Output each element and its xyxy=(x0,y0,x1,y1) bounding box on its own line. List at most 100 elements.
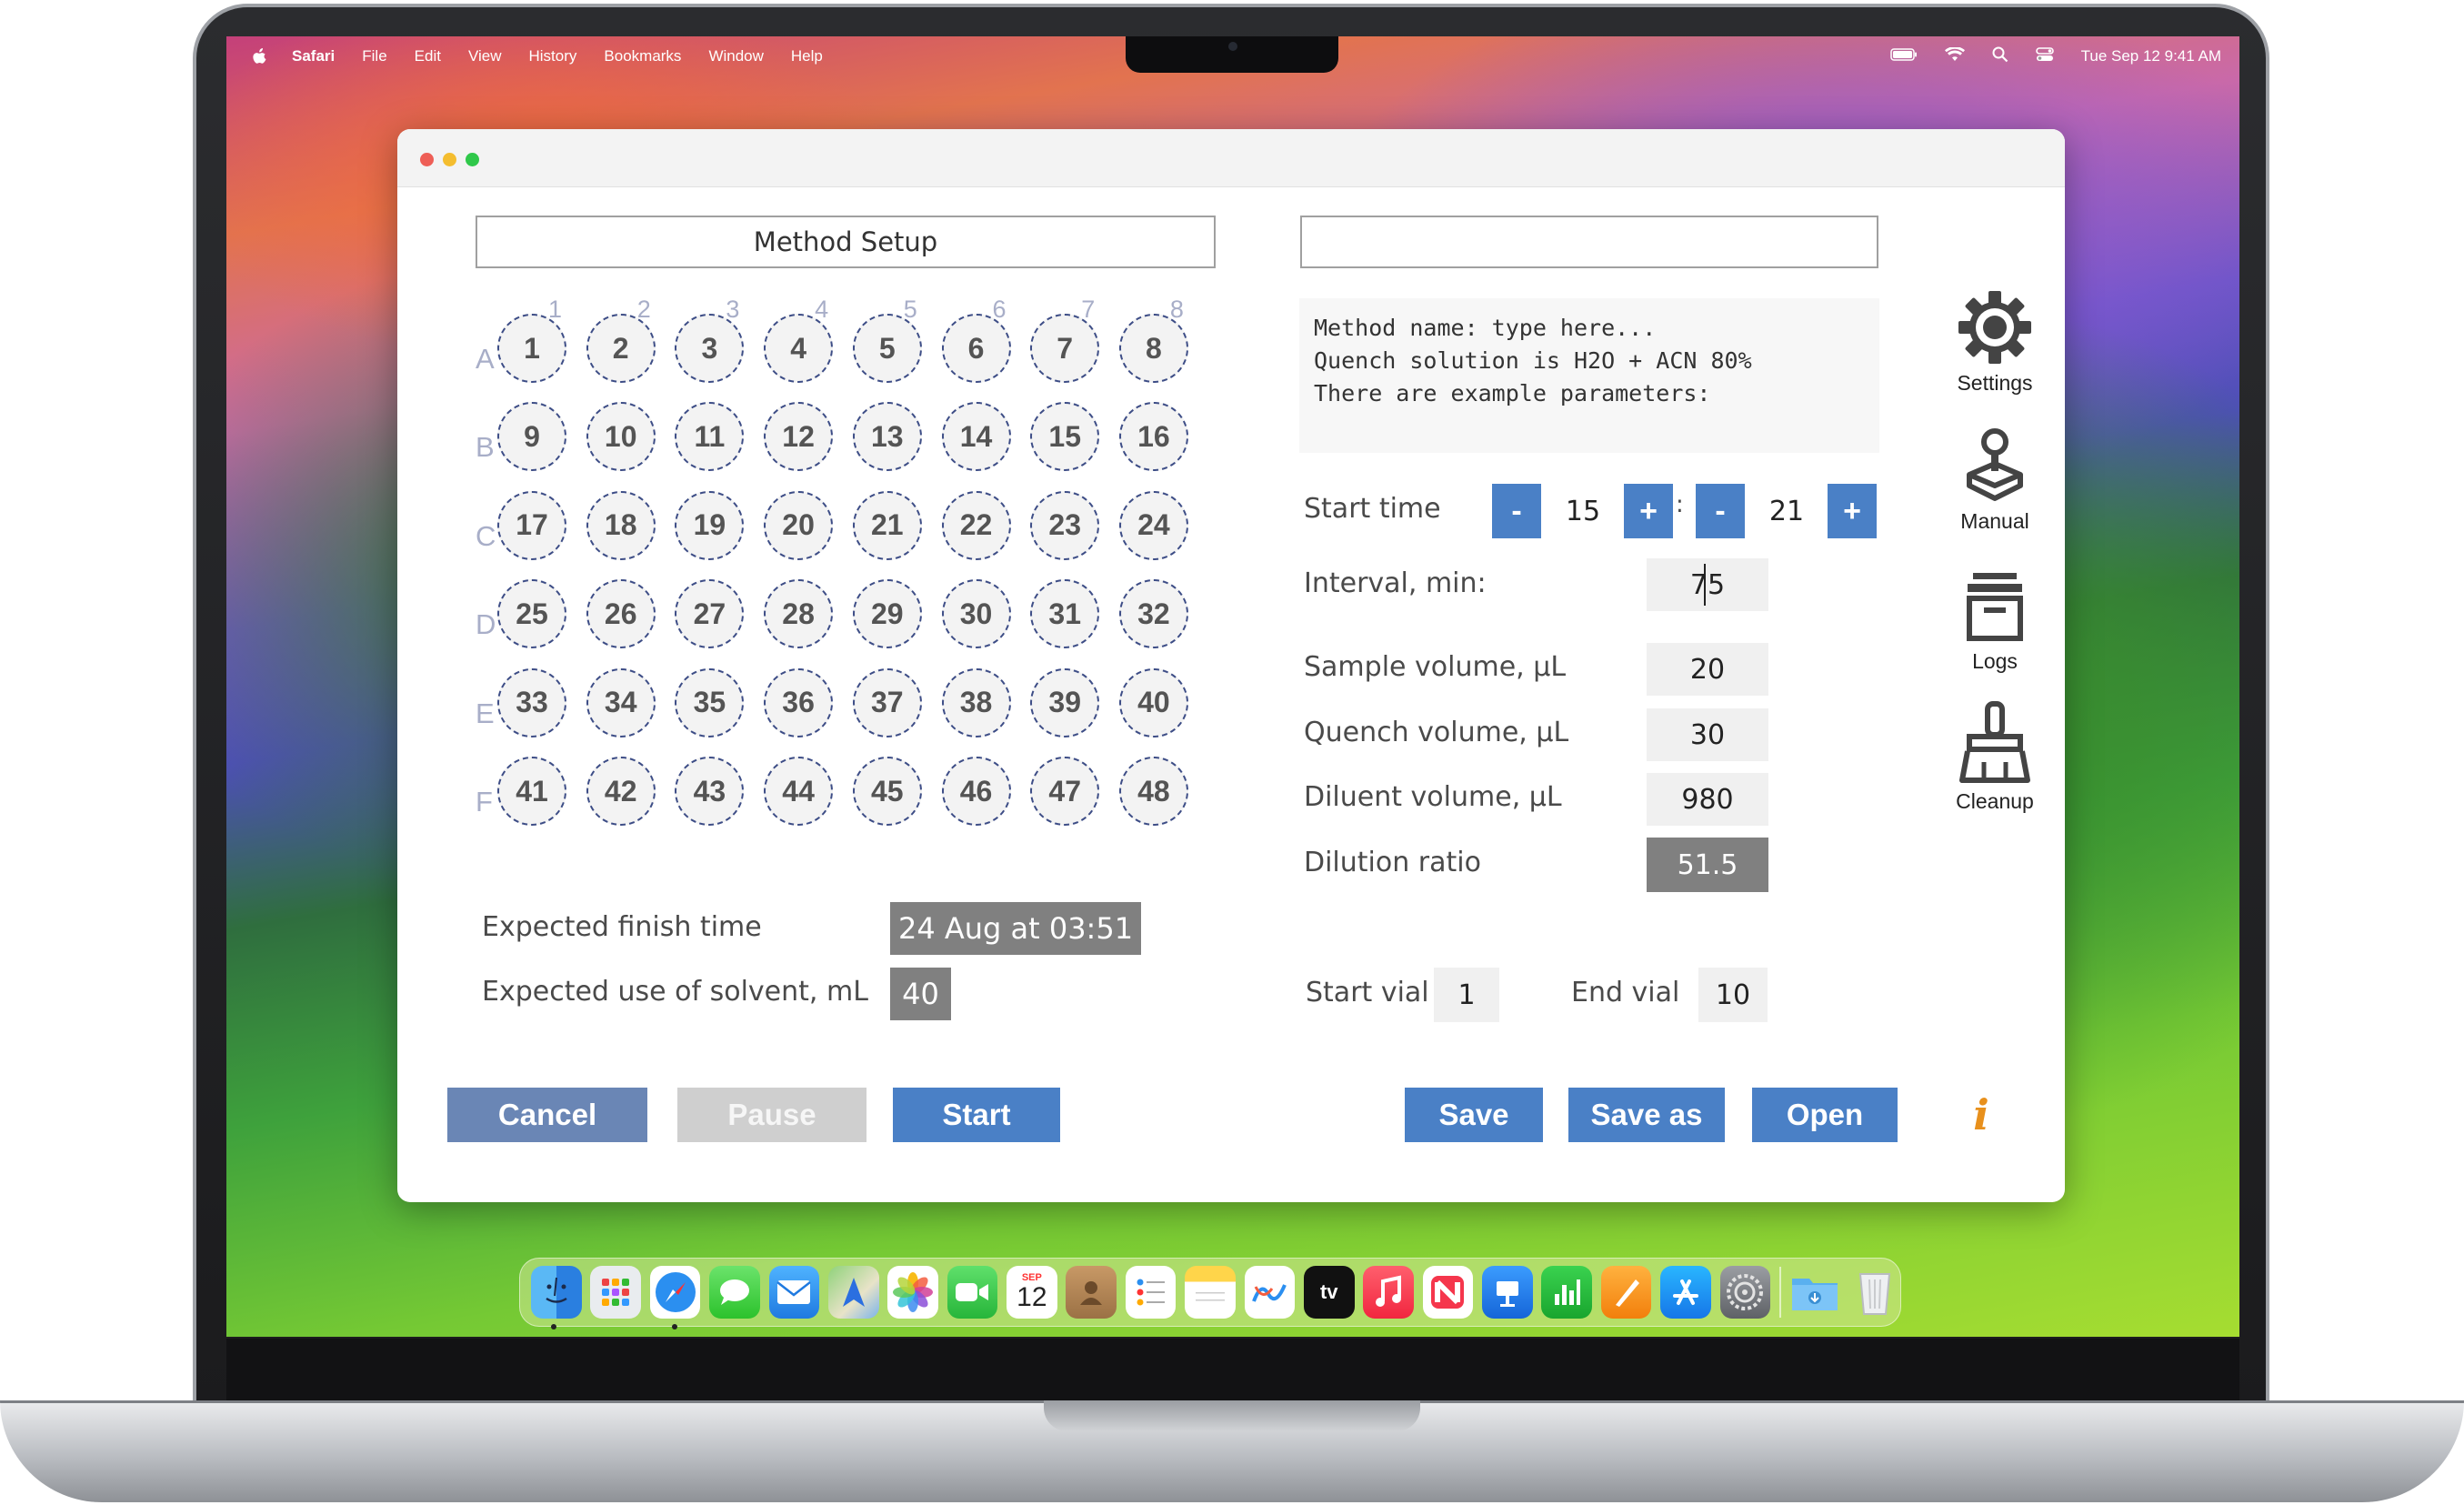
well-button[interactable]: 20 xyxy=(764,490,834,560)
method-name-field[interactable] xyxy=(1300,216,1878,268)
well-button[interactable]: 35 xyxy=(675,667,745,737)
save-as-button[interactable]: Save as xyxy=(1568,1088,1725,1142)
well-button[interactable]: 43 xyxy=(675,757,745,826)
apple-menu-icon[interactable] xyxy=(252,47,268,65)
well-button[interactable]: 41 xyxy=(497,757,566,826)
control-center-icon[interactable] xyxy=(2035,46,2054,66)
well-button[interactable]: 16 xyxy=(1118,402,1188,472)
calendar-icon[interactable]: SEP 12 xyxy=(1007,1266,1057,1319)
well-button[interactable]: 10 xyxy=(586,402,656,472)
mail-icon[interactable] xyxy=(768,1266,820,1319)
start-minute-value[interactable]: 21 xyxy=(1748,484,1825,538)
maps-icon[interactable] xyxy=(827,1266,879,1319)
well-button[interactable]: 13 xyxy=(852,402,922,472)
well-button[interactable]: 15 xyxy=(1030,402,1100,472)
settings-tool[interactable]: Settings xyxy=(1945,289,2045,396)
system-settings-icon[interactable] xyxy=(1719,1266,1771,1319)
well-button[interactable]: 39 xyxy=(1030,667,1100,737)
menu-view[interactable]: View xyxy=(468,47,502,65)
minute-plus-button[interactable]: + xyxy=(1828,484,1877,538)
well-button[interactable]: 33 xyxy=(497,667,566,737)
well-button[interactable]: 19 xyxy=(675,490,745,560)
well-button[interactable]: 48 xyxy=(1118,757,1188,826)
battery-icon[interactable] xyxy=(1889,47,1918,65)
app-store-icon[interactable] xyxy=(1660,1266,1711,1319)
well-button[interactable]: 40 xyxy=(1118,667,1188,737)
menu-window[interactable]: Window xyxy=(708,47,763,65)
open-button[interactable]: Open xyxy=(1752,1088,1898,1142)
well-button[interactable]: 22 xyxy=(941,490,1011,560)
launchpad-icon[interactable] xyxy=(590,1266,642,1319)
well-button[interactable]: 8 xyxy=(1118,314,1188,383)
end-vial-input[interactable]: 10 xyxy=(1698,968,1768,1022)
cancel-button[interactable]: Cancel xyxy=(447,1088,647,1142)
well-button[interactable]: 30 xyxy=(941,579,1011,649)
menu-history[interactable]: History xyxy=(529,47,577,65)
well-button[interactable]: 11 xyxy=(675,402,745,472)
well-button[interactable]: 27 xyxy=(675,579,745,649)
well-button[interactable]: 34 xyxy=(586,667,656,737)
well-button[interactable]: 12 xyxy=(764,402,834,472)
start-hour-value[interactable]: 15 xyxy=(1545,484,1621,538)
well-button[interactable]: 21 xyxy=(852,490,922,560)
diluent-volume-input[interactable]: 980 xyxy=(1647,773,1768,826)
photos-icon[interactable] xyxy=(887,1266,938,1319)
well-button[interactable]: 9 xyxy=(497,402,566,472)
safari-icon[interactable] xyxy=(649,1266,701,1319)
well-button[interactable]: 29 xyxy=(852,579,922,649)
start-vial-input[interactable]: 1 xyxy=(1434,968,1499,1022)
facetime-icon[interactable] xyxy=(947,1266,998,1319)
well-button[interactable]: 42 xyxy=(586,757,656,826)
contacts-icon[interactable] xyxy=(1066,1266,1117,1319)
zoom-window-button[interactable] xyxy=(466,153,479,166)
minute-minus-button[interactable]: - xyxy=(1696,484,1745,538)
manual-tool[interactable]: Manual xyxy=(1945,427,2045,534)
well-button[interactable]: 25 xyxy=(497,579,566,649)
title-field[interactable]: Method Setup xyxy=(476,216,1216,268)
well-button[interactable]: 44 xyxy=(764,757,834,826)
tv-icon[interactable]: tv xyxy=(1303,1266,1355,1319)
hour-minus-button[interactable]: - xyxy=(1492,484,1541,538)
messages-icon[interactable] xyxy=(709,1266,760,1319)
cleanup-tool[interactable]: Cleanup xyxy=(1945,700,2045,814)
finder-icon[interactable] xyxy=(531,1266,582,1319)
well-button[interactable]: 36 xyxy=(764,667,834,737)
well-button[interactable]: 31 xyxy=(1030,579,1100,649)
info-button[interactable]: i xyxy=(1963,1088,1999,1142)
quench-volume-input[interactable]: 30 xyxy=(1647,708,1768,761)
well-button[interactable]: 26 xyxy=(586,579,656,649)
well-button[interactable]: 23 xyxy=(1030,490,1100,560)
well-button[interactable]: 5 xyxy=(852,314,922,383)
close-window-button[interactable] xyxy=(420,153,434,166)
well-button[interactable]: 6 xyxy=(941,314,1011,383)
well-button[interactable]: 14 xyxy=(941,402,1011,472)
start-button[interactable]: Start xyxy=(893,1088,1060,1142)
well-button[interactable]: 37 xyxy=(852,667,922,737)
wifi-icon[interactable] xyxy=(1944,45,1965,66)
logs-tool[interactable]: Logs xyxy=(1945,569,2045,674)
downloads-folder-icon[interactable] xyxy=(1789,1266,1840,1319)
well-button[interactable]: 2 xyxy=(586,314,656,383)
well-button[interactable]: 28 xyxy=(764,579,834,649)
music-icon[interactable] xyxy=(1363,1266,1414,1319)
well-button[interactable]: 47 xyxy=(1030,757,1100,826)
well-button[interactable]: 4 xyxy=(764,314,834,383)
hour-plus-button[interactable]: + xyxy=(1624,484,1673,538)
clock[interactable]: Tue Sep 12 9:41 AM xyxy=(2081,47,2221,65)
trash-icon[interactable] xyxy=(1849,1266,1900,1319)
well-button[interactable]: 45 xyxy=(852,757,922,826)
interval-input[interactable]: 75 xyxy=(1647,558,1768,611)
news-icon[interactable] xyxy=(1422,1266,1474,1319)
well-button[interactable]: 38 xyxy=(941,667,1011,737)
pages-icon[interactable] xyxy=(1600,1266,1652,1319)
save-button[interactable]: Save xyxy=(1405,1088,1543,1142)
well-button[interactable]: 18 xyxy=(586,490,656,560)
keynote-icon[interactable] xyxy=(1482,1266,1533,1319)
well-button[interactable]: 1 xyxy=(497,314,566,383)
well-button[interactable]: 46 xyxy=(941,757,1011,826)
method-notes[interactable]: Method name: type here... Quench solution… xyxy=(1299,298,1879,453)
menu-help[interactable]: Help xyxy=(791,47,823,65)
freeform-icon[interactable] xyxy=(1244,1266,1296,1319)
menu-app-name[interactable]: Safari xyxy=(292,47,335,65)
spotlight-search-icon[interactable] xyxy=(1992,46,2008,67)
